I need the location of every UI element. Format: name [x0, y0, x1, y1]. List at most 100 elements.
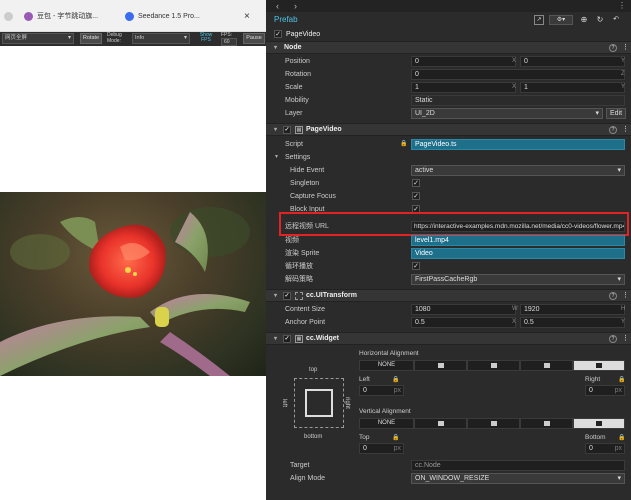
section-menu-icon[interactable]: ⋮	[622, 124, 629, 136]
top-value: 0	[363, 445, 367, 452]
h-axis-label: H	[621, 306, 626, 312]
help-icon[interactable]: ?	[609, 292, 617, 300]
video-asset-field[interactable]: level1.mp4	[411, 235, 625, 246]
lock-icon[interactable]: 🔒	[618, 376, 625, 383]
loop-label: 循环播放	[285, 263, 313, 270]
target-node-field[interactable]: cc.Node	[411, 460, 625, 471]
revert-icon[interactable]: ↶	[611, 15, 621, 25]
close-tab-button[interactable]: ×	[244, 6, 254, 26]
rotation-z-input[interactable]: 0	[411, 69, 625, 80]
transform-component-icon	[295, 292, 303, 300]
decode-label: 解码策略	[285, 276, 313, 283]
menu-icon[interactable]: ⋮	[618, 0, 626, 12]
help-icon[interactable]: ?	[609, 335, 617, 343]
position-x-input[interactable]: 0	[411, 56, 516, 67]
forward-arrow-icon[interactable]: ›	[294, 0, 297, 12]
chevron-down-icon: ▾	[617, 475, 621, 482]
node-active-checkbox[interactable]: ✓	[274, 30, 282, 38]
top-value-input[interactable]: 0 px	[359, 443, 404, 454]
width-input[interactable]: 1080	[411, 304, 516, 315]
h-align-right-button[interactable]	[520, 360, 573, 371]
height-input[interactable]: 1920	[520, 304, 625, 315]
help-icon[interactable]: ?	[609, 126, 617, 134]
node-name[interactable]: PageVideo	[286, 28, 320, 41]
vertical-alignment-group: NONE	[359, 418, 625, 429]
section-menu-icon[interactable]: ⋮	[622, 290, 629, 302]
bottom-value-input[interactable]: 0 px	[585, 443, 625, 454]
singleton-label: Singleton	[290, 180, 320, 187]
render-sprite-field[interactable]: Video	[411, 248, 625, 259]
anchor-row: Anchor Point 0.5 X 0.5 Y	[266, 316, 631, 329]
lock-icon[interactable]: 🔒	[392, 434, 399, 441]
h-align-none-button[interactable]: NONE	[359, 360, 414, 371]
singleton-checkbox[interactable]: ✓	[412, 179, 420, 187]
lock-icon[interactable]: 🔒	[618, 434, 625, 441]
component-enable-checkbox[interactable]: ✓	[283, 126, 291, 134]
uitransform-section-header[interactable]: ▾ ✓ cc.UITransform ? ⋮	[266, 289, 631, 302]
anchor-y-input[interactable]: 0.5	[520, 317, 625, 328]
widget-section-header[interactable]: ▾ ✓ ▣ cc.Widget ? ⋮	[266, 332, 631, 345]
rotate-button[interactable]: Rotate	[80, 33, 102, 44]
help-icon[interactable]: ?	[609, 44, 617, 52]
layer-select[interactable]: UI_2D ▾	[411, 108, 603, 119]
v-align-none-button[interactable]: NONE	[359, 418, 414, 429]
section-menu-icon[interactable]: ⋮	[622, 42, 629, 54]
page-icon	[4, 11, 13, 21]
script-row: Script 🔒 PageVideo.ts	[266, 138, 631, 151]
pause-button[interactable]: Pause	[243, 33, 265, 44]
pagevideo-section-header[interactable]: ▾ ✓ ▤ PageVideo ? ⋮	[266, 123, 631, 136]
unit-label: px	[614, 387, 622, 394]
back-arrow-icon[interactable]: ‹	[276, 0, 279, 12]
target-row: Target cc.Node	[266, 459, 631, 472]
tab-seedance[interactable]: Seedance 1.5 Pro...	[125, 6, 235, 26]
component-enable-checkbox[interactable]: ✓	[283, 292, 291, 300]
script-asset-field[interactable]: PageVideo.ts	[411, 139, 625, 150]
show-fps-button[interactable]: Show FPS	[196, 33, 216, 44]
z-axis-label: Z	[621, 71, 625, 77]
locate-icon[interactable]: ⊕	[579, 15, 589, 25]
h-align-left-button[interactable]	[414, 360, 467, 371]
refresh-icon[interactable]: ↻	[595, 15, 605, 25]
decode-select[interactable]: FirstPassCacheRgb ▾	[411, 274, 625, 285]
fps-input[interactable]: 60	[221, 38, 237, 46]
mobility-row: Mobility Static	[266, 94, 631, 107]
layer-value: UI_2D	[415, 110, 435, 117]
position-y-input[interactable]: 0	[520, 56, 625, 67]
chevron-down-icon: ▾	[67, 35, 71, 41]
tab-doubao[interactable]: 豆包 - 字节跳动旗...	[24, 6, 116, 26]
mobility-select[interactable]: Static	[411, 95, 625, 106]
v-align-bottom-button[interactable]	[520, 418, 573, 429]
node-section-header[interactable]: ▾ Node ? ⋮	[266, 41, 631, 54]
debug-mode-select[interactable]: Info ▾	[132, 33, 190, 44]
loop-checkbox[interactable]: ✓	[412, 262, 420, 270]
left-value-input[interactable]: 0 px	[359, 385, 404, 396]
prefab-tools-dropdown[interactable]: ⚙▾	[549, 15, 573, 25]
widget-anchor-diagram: top left right bottom	[281, 364, 352, 444]
component-enable-checkbox[interactable]: ✓	[283, 335, 291, 343]
scale-x-input[interactable]: 1	[411, 82, 516, 93]
lock-icon[interactable]: 🔒	[392, 376, 399, 383]
section-menu-icon[interactable]: ⋮	[622, 333, 629, 345]
scale-y-input[interactable]: 1	[520, 82, 625, 93]
tab-icon-placeholder[interactable]	[4, 6, 18, 26]
right-value-input[interactable]: 0 px	[585, 385, 625, 396]
open-icon[interactable]: ↗	[534, 15, 544, 25]
layer-edit-button[interactable]: Edit	[606, 108, 626, 119]
v-align-middle-button[interactable]	[467, 418, 520, 429]
browser-tab-bar: 豆包 - 字节跳动旗... Seedance 1.5 Pro... ×	[0, 0, 266, 32]
v-align-stretch-button[interactable]	[573, 418, 625, 429]
v-align-top-button[interactable]	[414, 418, 467, 429]
capture-focus-checkbox[interactable]: ✓	[412, 192, 420, 200]
chevron-down-icon: ▾	[274, 127, 278, 133]
remote-url-input[interactable]: https://interactive-examples.mdn.mozilla…	[411, 221, 625, 232]
left-label: left	[281, 398, 288, 408]
render-sprite-label: 渲染 Sprite	[285, 250, 320, 257]
resolution-select[interactable]: 网页全屏 ▾	[2, 33, 74, 44]
hide-event-select[interactable]: active ▾	[411, 165, 625, 176]
h-align-stretch-button[interactable]	[573, 360, 625, 371]
h-align-center-button[interactable]	[467, 360, 520, 371]
align-mode-select[interactable]: ON_WINDOW_RESIZE ▾	[411, 473, 625, 484]
anchor-x-input[interactable]: 0.5	[411, 317, 516, 328]
settings-row[interactable]: ▾ Settings	[266, 151, 631, 164]
left-value: 0	[363, 387, 367, 394]
